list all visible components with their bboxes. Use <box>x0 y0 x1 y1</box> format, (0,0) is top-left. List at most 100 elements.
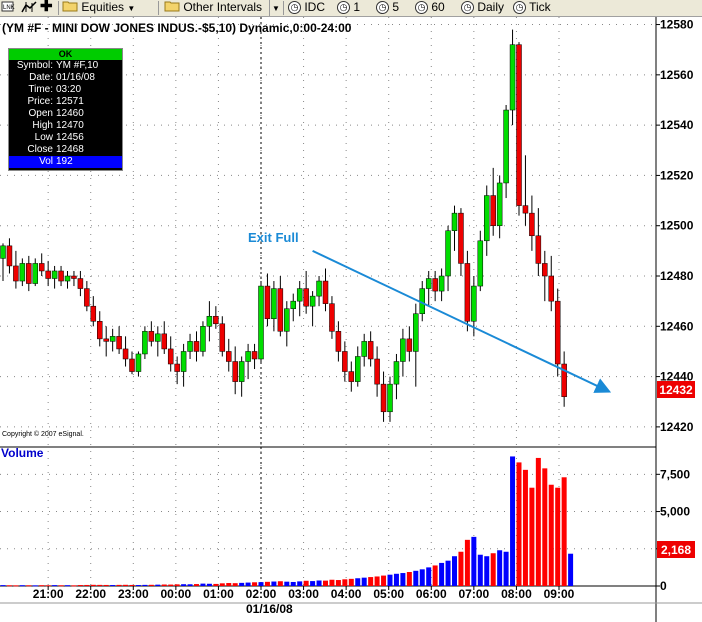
time-tick-label: 05:00 <box>373 587 404 601</box>
candle-body <box>232 361 238 382</box>
svg-text:LNK: LNK <box>3 5 15 11</box>
info-key: Date: <box>29 72 53 83</box>
interval-tick-button[interactable]: ◷ Tick <box>513 0 551 16</box>
interval-idc-button[interactable]: ◷ IDC <box>288 0 325 16</box>
candle-body <box>438 275 445 292</box>
candle-body <box>535 235 542 264</box>
candle-body <box>64 275 71 282</box>
copyright-text: Copyright © 2007 eSignal. <box>2 430 84 438</box>
volume-bar <box>458 551 464 586</box>
candle-body <box>45 270 51 279</box>
interval-60-label: 60 <box>431 0 445 14</box>
info-key: Low <box>34 132 53 143</box>
candle-body <box>425 278 432 289</box>
volume-bar <box>342 579 348 586</box>
volume-bar <box>400 573 406 586</box>
volume-label: Volume <box>1 446 44 460</box>
info-key: Symbol: <box>16 60 53 71</box>
candle-body <box>309 295 316 307</box>
time-tick-label: 03:00 <box>288 587 319 601</box>
volume-bar <box>174 584 180 586</box>
folder-icon <box>164 1 180 12</box>
candle-body <box>213 315 219 325</box>
info-row-symbol: Symbol: YM #F,10 <box>9 60 122 72</box>
volume-bar <box>548 484 554 586</box>
add-icon[interactable]: ✚ <box>40 0 53 15</box>
time-tick-label: 01:00 <box>203 587 234 601</box>
clock-icon: ◷ <box>376 1 389 14</box>
volume-bar <box>219 583 225 586</box>
candle-body <box>464 263 471 322</box>
volume-bar <box>426 567 432 586</box>
candle-body <box>277 288 284 332</box>
candle-body <box>503 109 509 184</box>
clock-icon: ◷ <box>288 1 301 14</box>
candle-body <box>161 333 167 350</box>
volume-bar <box>290 581 296 586</box>
volume-bar <box>393 573 399 586</box>
candle-body <box>58 270 64 282</box>
interval-1-button[interactable]: ◷ 1 <box>337 0 360 16</box>
volume-bar <box>77 585 83 587</box>
volume-tick-label: 7,500 <box>660 467 690 481</box>
volume-bar <box>381 575 387 586</box>
interval-daily-button[interactable]: ◷ Daily <box>461 0 504 16</box>
volume-bar <box>213 583 219 586</box>
folder-icon <box>62 1 78 12</box>
volume-bar <box>232 583 238 586</box>
candle-body <box>122 348 129 360</box>
cursor-info-window: OK Symbol: YM #F,10 Date: 01/16/08 Time: 03… <box>8 48 123 171</box>
info-row-high: High 12470 <box>9 120 122 132</box>
candle-body <box>264 285 271 320</box>
candle-body <box>32 263 38 284</box>
candle-body <box>380 383 387 413</box>
volume-bar <box>419 569 425 586</box>
candle-body <box>445 230 451 277</box>
clock-icon: ◷ <box>415 1 428 14</box>
volume-bar <box>226 583 232 586</box>
candle-body <box>303 288 309 307</box>
equities-label: Equities <box>81 0 125 14</box>
interval-idc-label: IDC <box>304 0 326 14</box>
other-intervals-chevron-button[interactable]: ▼ <box>269 0 280 16</box>
candle-body <box>471 285 477 322</box>
equities-dropdown[interactable]: Equities ▼ <box>62 0 135 16</box>
candle-body <box>38 263 45 272</box>
other-intervals-dropdown[interactable]: Other Intervals <box>164 0 262 16</box>
link-icon[interactable]: LNK <box>0 0 16 16</box>
volume-bar <box>413 570 419 586</box>
candle-body <box>400 338 406 362</box>
time-tick-label: 02:00 <box>246 587 277 601</box>
candle-body <box>542 263 548 277</box>
interval-60-button[interactable]: ◷ 60 <box>415 0 445 16</box>
candle-body <box>374 358 380 385</box>
volume-bar <box>535 457 541 586</box>
volume-bar <box>168 584 174 586</box>
info-value: 12468 <box>56 144 84 155</box>
candle-body <box>84 288 90 307</box>
info-value: 12456 <box>56 132 84 143</box>
volume-bar <box>26 585 32 587</box>
candle-body <box>71 275 77 279</box>
info-value: 12571 <box>56 96 84 107</box>
volume-bar <box>355 578 361 586</box>
chart-type-icon[interactable] <box>20 0 38 16</box>
clock-icon: ◷ <box>513 1 526 14</box>
candle-body <box>219 323 226 352</box>
info-status: OK <box>9 49 122 60</box>
volume-bar <box>516 462 522 586</box>
volume-bar <box>542 468 548 586</box>
volume-bar <box>529 487 535 586</box>
price-axis: 1242012440124601248012500125201254012560… <box>656 18 694 434</box>
volume-bar <box>161 584 167 586</box>
volume-bar <box>490 553 496 586</box>
info-value: YM #F,10 <box>56 60 99 71</box>
candle-body <box>167 348 174 365</box>
candle-body <box>200 326 206 352</box>
interval-5-button[interactable]: ◷ 5 <box>376 0 399 16</box>
time-tick-label: 00:00 <box>161 587 192 601</box>
candle-body <box>548 275 554 302</box>
interval-1-label: 1 <box>353 0 361 14</box>
candle-body <box>148 331 155 342</box>
info-key: Price: <box>27 96 53 107</box>
